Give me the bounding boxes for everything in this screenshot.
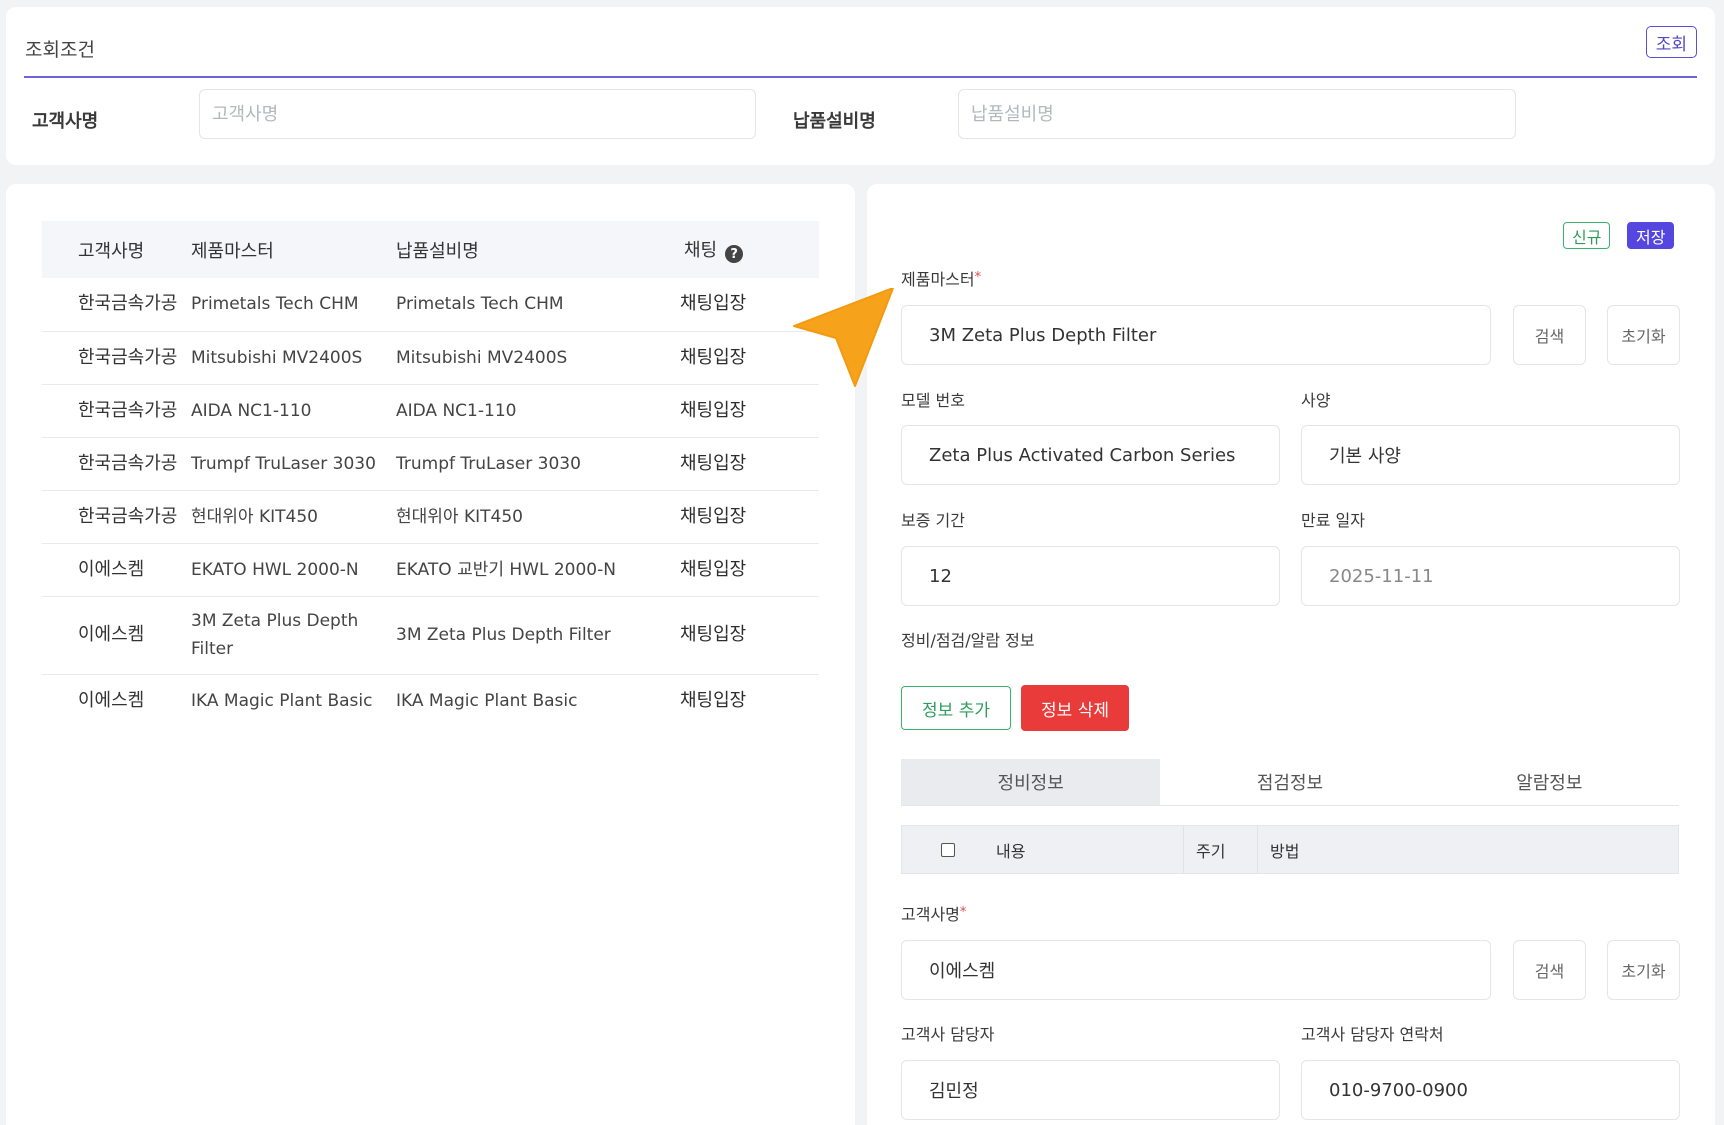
save-button[interactable]: 저장 <box>1627 222 1675 249</box>
table-row[interactable]: 한국금속가공 현대위아 KIT450 현대위아 KIT450 채팅입장 <box>42 490 819 544</box>
cell-equipment: Trumpf TruLaser 3030 <box>396 437 664 491</box>
product-master-field[interactable]: 3M Zeta Plus Depth Filter <box>901 305 1491 365</box>
cursor-arrow-icon <box>793 288 894 387</box>
cell-customer: 한국금속가공 <box>42 384 191 438</box>
model-number-label: 모델 번호 <box>901 391 965 410</box>
cell-customer: 한국금속가공 <box>42 490 191 544</box>
equipment-detail-panel: 신규 저장 제품마스터* 3M Zeta Plus Depth Filter 검… <box>867 184 1715 1125</box>
info-add-button[interactable]: 정보 추가 <box>901 686 1011 730</box>
col-header-method: 방법 <box>1270 841 1300 861</box>
equipment-name-input[interactable] <box>958 89 1516 139</box>
equipment-name-label: 납품설비명 <box>793 111 876 132</box>
customer-name-input[interactable] <box>199 89 756 139</box>
tab-maintenance-info[interactable]: 정비정보 <box>901 759 1161 805</box>
new-button[interactable]: 신규 <box>1563 222 1611 249</box>
contact-person-field[interactable]: 김민정 <box>901 1060 1280 1120</box>
info-section-label: 정비/점검/알람 정보 <box>901 631 1035 650</box>
customer-name-label: 고객사명 <box>32 111 99 132</box>
cell-product: AIDA NC1-110 <box>191 384 396 438</box>
chat-enter-link[interactable]: 채팅입장 <box>664 490 819 544</box>
col-header-cycle: 주기 <box>1184 826 1258 873</box>
col-header-product: 제품마스터 <box>191 240 274 262</box>
search-panel-title: 조회조건 <box>25 39 95 61</box>
cell-equipment: Primetals Tech CHM <box>396 278 664 332</box>
warranty-period-label: 보증 기간 <box>901 511 965 530</box>
col-header-content: 내용 <box>994 826 1184 873</box>
table-row[interactable]: 한국금속가공 AIDA NC1-110 AIDA NC1-110 채팅입장 <box>42 384 819 438</box>
info-delete-button[interactable]: 정보 삭제 <box>1021 685 1129 731</box>
table-row[interactable]: 이에스켐 3M Zeta Plus Depth Filter 3M Zeta Plu… <box>42 596 819 675</box>
search-submit-button[interactable]: 조회 <box>1645 26 1697 58</box>
warranty-period-field[interactable]: 12 <box>901 546 1280 606</box>
table-row[interactable]: 이에스켐 IKA Magic Plant Basic IKA Magic Plant… <box>42 674 819 727</box>
cell-product: Primetals Tech CHM <box>191 278 396 332</box>
col-header-chat-label: 채팅 <box>684 239 718 261</box>
tab-alarm-info[interactable]: 알람정보 <box>1420 759 1679 805</box>
spec-label: 사양 <box>1301 391 1331 410</box>
detail-customer-label: 고객사명* <box>901 901 966 925</box>
col-header-customer: 고객사명 <box>78 240 145 262</box>
select-all-cell <box>902 826 994 873</box>
chat-enter-link[interactable]: 채팅입장 <box>664 543 819 597</box>
contact-person-label: 고객사 담당자 <box>901 1025 995 1044</box>
equipment-list-table: 고객사명 제품마스터 납품설비명 채팅? 한국금속가공 Primetals Tec… <box>42 221 819 727</box>
search-divider <box>24 76 1697 78</box>
product-master-reset-button[interactable]: 초기화 <box>1607 305 1680 365</box>
detail-customer-field[interactable]: 이에스켐 <box>901 940 1491 1000</box>
cell-product: IKA Magic Plant Basic <box>191 690 373 711</box>
list-header-row: 고객사명 제품마스터 납품설비명 채팅? <box>42 221 819 278</box>
cell-product: 3M Zeta Plus Depth Filter <box>191 596 396 675</box>
cell-equipment: 3M Zeta Plus Depth Filter <box>396 596 664 675</box>
spec-field[interactable]: 기본 사양 <box>1301 425 1680 485</box>
chat-enter-link[interactable]: 채팅입장 <box>664 596 819 675</box>
cell-customer: 이에스켐 <box>42 596 191 675</box>
col-header-equipment: 납품설비명 <box>396 240 479 262</box>
chat-enter-link[interactable]: 채팅입장 <box>664 674 819 727</box>
cell-product: Trumpf TruLaser 3030 <box>191 437 396 491</box>
info-table-header: 내용 주기 방법 <box>901 825 1679 874</box>
select-all-checkbox[interactable] <box>941 842 955 857</box>
cell-equipment: 현대위아 KIT450 <box>396 490 664 544</box>
col-header-chat: 채팅? <box>664 221 819 278</box>
cell-customer: 한국금속가공 <box>42 331 191 385</box>
product-master-label-text: 제품마스터 <box>901 270 975 289</box>
required-mark: * <box>974 270 982 285</box>
model-number-field[interactable]: Zeta Plus Activated Carbon Series <box>901 425 1280 485</box>
table-row[interactable]: 한국금속가공 Mitsubishi MV2400S Mitsubishi MV240… <box>42 331 819 385</box>
cell-customer: 이에스켐 <box>78 689 145 711</box>
table-row[interactable]: 한국금속가공 Trumpf TruLaser 3030 Trumpf TruLase… <box>42 437 819 491</box>
cell-customer: 이에스켐 <box>42 543 191 597</box>
cell-equipment: IKA Magic Plant Basic <box>396 690 578 711</box>
expiry-date-field[interactable]: 2025-11-11 <box>1301 546 1680 606</box>
cell-product: 현대위아 KIT450 <box>191 490 396 544</box>
required-mark: * <box>959 905 967 920</box>
cell-equipment: Mitsubishi MV2400S <box>396 331 664 385</box>
cell-customer: 한국금속가공 <box>42 437 191 491</box>
customer-reset-button[interactable]: 초기화 <box>1607 940 1680 1000</box>
product-master-label: 제품마스터* <box>901 266 981 290</box>
detail-customer-label-text: 고객사명 <box>901 905 960 924</box>
product-master-search-button[interactable]: 검색 <box>1513 305 1586 365</box>
cell-customer: 한국금속가공 <box>42 278 191 332</box>
help-circle-icon[interactable]: ? <box>725 245 744 264</box>
contact-phone-label: 고객사 담당자 연락처 <box>1301 1025 1444 1044</box>
search-panel: 조회조건 조회 고객사명 납품설비명 <box>6 7 1715 165</box>
tab-inspection-info[interactable]: 점검정보 <box>1160 759 1419 805</box>
contact-phone-field[interactable]: 010-9700-0900 <box>1301 1060 1680 1120</box>
expiry-date-label: 만료 일자 <box>1301 511 1365 530</box>
customer-search-button[interactable]: 검색 <box>1513 940 1586 1000</box>
equipment-list-panel: 고객사명 제품마스터 납품설비명 채팅? 한국금속가공 Primetals Tec… <box>6 184 855 1125</box>
table-row[interactable]: 이에스켐 EKATO HWL 2000-N EKATO 교반기 HWL 2000-N… <box>42 543 819 597</box>
cell-equipment: EKATO 교반기 HWL 2000-N <box>396 543 664 597</box>
info-tabs: 정비정보 점검정보 알람정보 <box>901 759 1679 806</box>
chat-enter-link[interactable]: 채팅입장 <box>664 437 819 491</box>
cell-product: Mitsubishi MV2400S <box>191 331 396 385</box>
table-row[interactable]: 한국금속가공 Primetals Tech CHM Primetals Tech C… <box>42 278 819 332</box>
cell-product: EKATO HWL 2000-N <box>191 543 396 597</box>
cell-equipment: AIDA NC1-110 <box>396 384 664 438</box>
